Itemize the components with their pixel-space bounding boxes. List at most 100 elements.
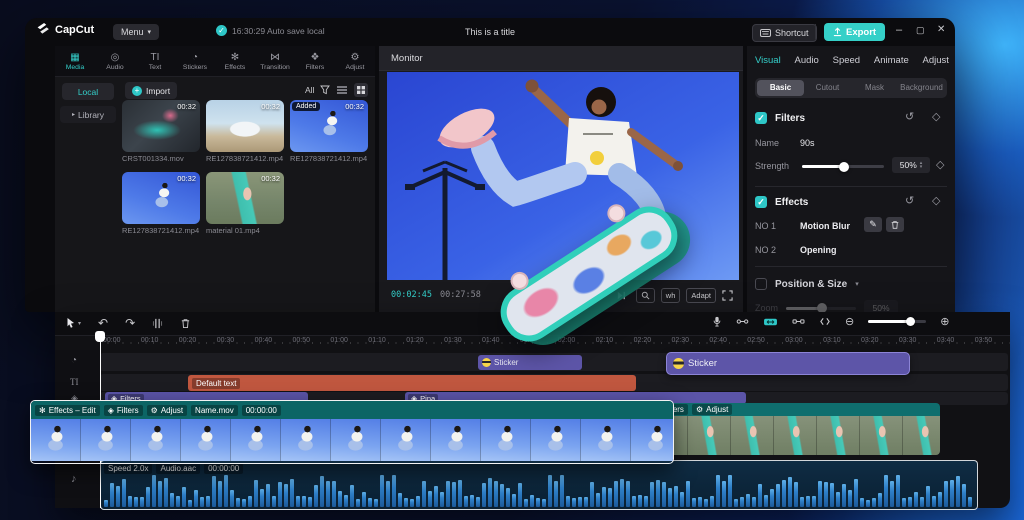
- record-voiceover-icon[interactable]: [712, 315, 722, 328]
- media-item[interactable]: 00:32RE127838721412.mp4: [206, 100, 284, 163]
- playhead-time: 00:02:45: [391, 290, 432, 300]
- maximize-button[interactable]: ▢: [916, 25, 925, 36]
- subtab-cutout[interactable]: Cutout: [804, 80, 851, 96]
- inspector-tab-visual[interactable]: Visual: [755, 55, 781, 66]
- step-back-icon[interactable]: [536, 290, 547, 301]
- text-clip[interactable]: Default text: [188, 375, 636, 391]
- waveform-bar: [380, 475, 384, 507]
- subtab-basic[interactable]: Basic: [757, 80, 804, 96]
- delete-button[interactable]: [180, 318, 191, 329]
- media-item[interactable]: 00:32RE127838721412.mp4: [122, 172, 200, 235]
- media-tab-filters[interactable]: ❖Filters: [295, 52, 335, 71]
- playhead-handle[interactable]: [95, 331, 105, 342]
- media-tab-audio[interactable]: ◎Audio: [95, 52, 135, 71]
- video-clip-2[interactable]: ◈Filters⚙Adjust: [645, 403, 940, 455]
- funnel-icon[interactable]: [320, 85, 330, 95]
- redo-button[interactable]: ↷: [125, 316, 135, 330]
- inspector-tab-animate[interactable]: Animate: [874, 55, 909, 66]
- media-thumbnail[interactable]: 00:32: [122, 100, 200, 152]
- filters-keyframe-icon[interactable]: ◇: [932, 110, 940, 123]
- import-button[interactable]: + Import: [125, 82, 177, 99]
- list-view-icon[interactable]: [336, 85, 348, 95]
- filters-checkbox[interactable]: ✓: [755, 112, 767, 124]
- media-tab-adjust[interactable]: ⚙Adjust: [335, 52, 375, 71]
- effect-edit-button[interactable]: ✎: [864, 217, 882, 232]
- subtab-background[interactable]: Background: [898, 80, 945, 96]
- undo-button[interactable]: ↶: [98, 316, 108, 330]
- strength-slider[interactable]: [802, 165, 884, 168]
- waveform-bar: [782, 480, 786, 507]
- sidebar-item-library[interactable]: ▸Library: [60, 106, 116, 123]
- sidebar-item-local[interactable]: Local: [62, 83, 114, 100]
- inspector-tab-audio[interactable]: Audio: [795, 55, 819, 66]
- strength-keyframe-icon[interactable]: ◇: [936, 158, 944, 171]
- preview-axis-icon[interactable]: [819, 316, 831, 327]
- waveform-bar: [248, 496, 252, 507]
- media-thumbnail[interactable]: 00:32: [122, 172, 200, 224]
- magnet-icon[interactable]: [736, 316, 749, 327]
- split-button[interactable]: [152, 318, 163, 329]
- filter-all-dropdown[interactable]: All: [305, 85, 314, 95]
- timeline-ruler[interactable]: 00:0000:1000:2000:3000:4000:5001:0001:10…: [100, 334, 1010, 350]
- position-size-checkbox[interactable]: [755, 278, 767, 290]
- sticker-clip-2[interactable]: Sticker: [666, 352, 910, 375]
- audio-clip[interactable]: Speed 2.0xAudio.aac00:00:00: [100, 460, 978, 510]
- waveform-bar: [674, 486, 678, 507]
- selected-clip-chip-icon: ◈: [108, 406, 114, 415]
- strength-value-box[interactable]: 50% ▴▾: [892, 157, 930, 173]
- inspector-tab-speed[interactable]: Speed: [833, 55, 860, 66]
- auto-snap-icon-active[interactable]: [763, 316, 778, 328]
- export-button[interactable]: Export: [824, 23, 885, 41]
- zoom-out-icon[interactable]: ⊖: [845, 315, 854, 328]
- media-thumbnail[interactable]: 00:32: [206, 100, 284, 152]
- media-thumbnail[interactable]: Added00:32: [290, 100, 368, 152]
- strength-slider-knob[interactable]: [839, 162, 849, 172]
- waveform-bar: [212, 476, 216, 507]
- waveform-bar: [326, 481, 330, 507]
- linkage-icon[interactable]: [792, 316, 805, 327]
- strength-stepper[interactable]: ▴▾: [920, 161, 923, 169]
- zoom-in-icon[interactable]: ⊕: [940, 315, 949, 328]
- timeline-zoom-knob[interactable]: [906, 317, 915, 326]
- inspector-tab-adjust[interactable]: Adjust: [923, 55, 949, 66]
- media-thumbnail[interactable]: 00:32: [206, 172, 284, 224]
- grid-view-icon[interactable]: [354, 83, 368, 97]
- effects-keyframe-icon[interactable]: ◇: [932, 194, 940, 207]
- media-tab-transition[interactable]: ⋈Transition: [255, 52, 295, 71]
- shortcut-button[interactable]: Shortcut: [752, 24, 817, 42]
- resolution-button[interactable]: wh: [661, 288, 681, 303]
- media-tab-effects[interactable]: ✻Effects: [215, 52, 255, 71]
- selected-clip-chip: Name.mov: [191, 405, 238, 416]
- waveform-bar: [824, 482, 828, 507]
- effects-checkbox[interactable]: ✓: [755, 196, 767, 208]
- pause-icon[interactable]: [563, 290, 573, 301]
- subtab-mask[interactable]: Mask: [851, 80, 898, 96]
- collapse-caret-icon[interactable]: ▾: [855, 280, 859, 288]
- skip-end-icon[interactable]: [616, 290, 627, 301]
- adapt-button[interactable]: Adapt: [686, 288, 716, 303]
- filters-row: ✓ Filters: [755, 112, 805, 124]
- close-button[interactable]: ✕: [937, 24, 945, 35]
- scale-icon[interactable]: [636, 288, 655, 303]
- effect-delete-button[interactable]: [886, 217, 904, 232]
- skip-start-icon[interactable]: [509, 290, 520, 301]
- sticker-clip-1[interactable]: Sticker: [478, 355, 582, 370]
- timeline-zoom-slider[interactable]: [868, 320, 926, 323]
- audio-track-icon[interactable]: ♪: [71, 473, 77, 485]
- media-item[interactable]: 00:32CRST001334.mov: [122, 100, 200, 163]
- media-item[interactable]: Added00:32RE127838721412.mp4: [290, 100, 368, 163]
- selected-video-clip[interactable]: ✻Effects – Edit◈Filters⚙AdjustName.mov00…: [30, 400, 674, 464]
- fullscreen-icon[interactable]: [722, 290, 733, 301]
- select-tool[interactable]: ▾: [66, 317, 81, 329]
- text-track-icon[interactable]: TI: [70, 377, 79, 387]
- ruler-tick-label: 02:30: [672, 337, 690, 344]
- filters-reset-icon[interactable]: ↺: [905, 110, 914, 123]
- sticker-track-icon[interactable]: ◔: [71, 355, 77, 366]
- media-tab-text[interactable]: TIText: [135, 52, 175, 71]
- media-tab-stickers[interactable]: ◔Stickers: [175, 52, 215, 71]
- media-tab-media[interactable]: ▦Media: [55, 52, 95, 71]
- media-item[interactable]: 00:32material 01.mp4: [206, 172, 284, 235]
- effects-reset-icon[interactable]: ↺: [905, 194, 914, 207]
- step-forward-icon[interactable]: [589, 290, 600, 301]
- minimize-button[interactable]: –: [896, 24, 902, 36]
